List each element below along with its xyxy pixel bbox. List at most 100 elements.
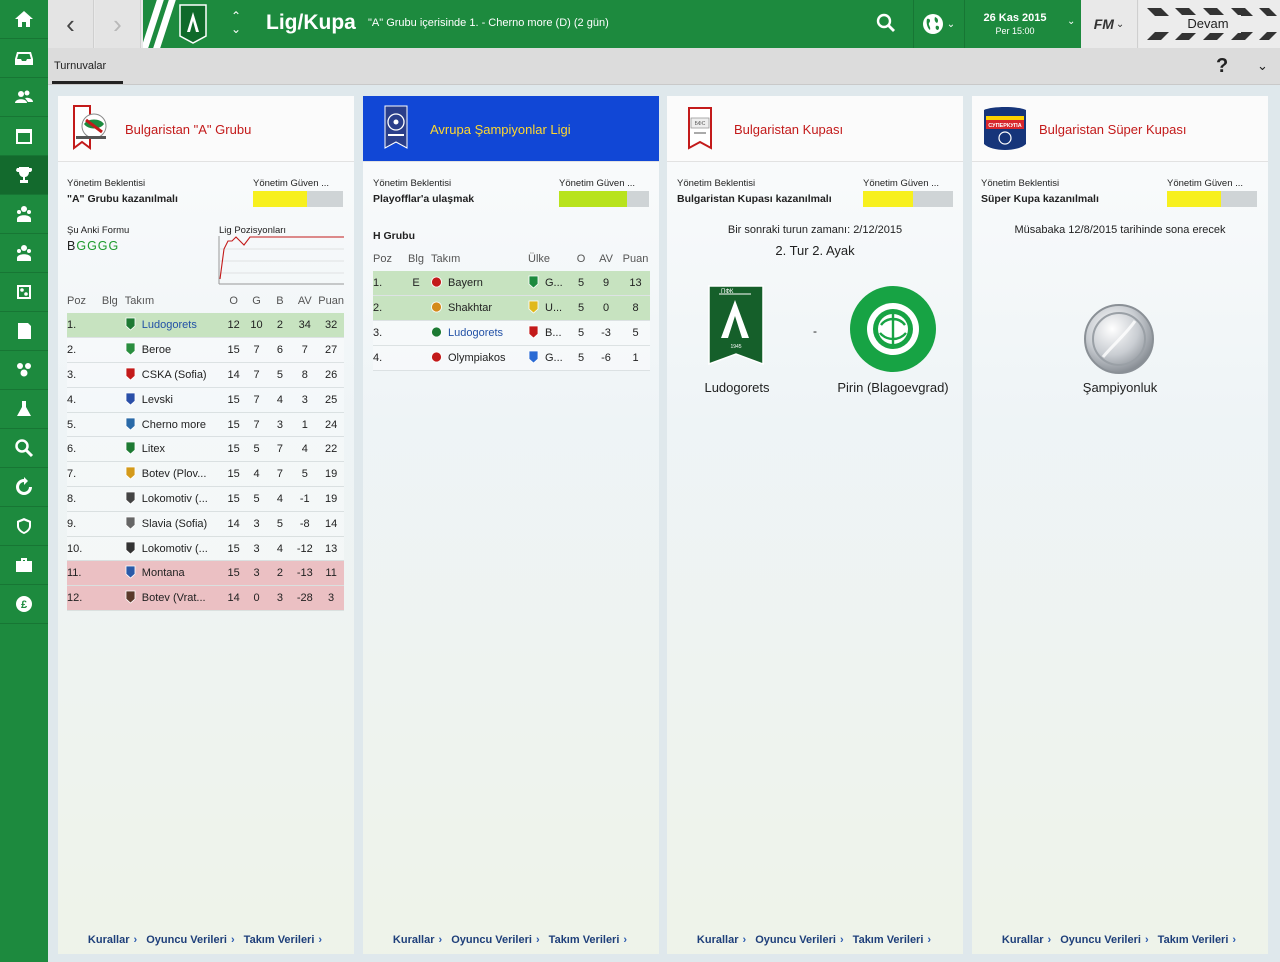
cell-team[interactable]: CSKA (Sofia): [125, 363, 223, 388]
next-match-info[interactable]: "A" Grubu içerisinde 1. - Cherno more (D…: [368, 17, 609, 29]
rules-link[interactable]: Kurallar: [697, 934, 739, 946]
table-row[interactable]: 11. Montana 15 3 2 -13 11: [67, 560, 344, 586]
cell-team[interactable]: Lokomotiv (...: [125, 487, 223, 512]
col-header-pts[interactable]: Puan: [318, 289, 344, 313]
team-stats-link[interactable]: Takım Verileri: [853, 934, 924, 946]
cell-country[interactable]: B...: [528, 321, 571, 346]
player-stats-link[interactable]: Oyuncu Verileri: [146, 934, 227, 946]
briefcase-icon[interactable]: [0, 546, 48, 585]
cell-team[interactable]: Olympiakos: [431, 345, 528, 370]
rules-link[interactable]: Kurallar: [1002, 934, 1044, 946]
cell-team[interactable]: Levski: [125, 387, 223, 412]
home-icon[interactable]: [0, 0, 48, 39]
youth-icon[interactable]: [0, 234, 48, 273]
cell-country[interactable]: G...: [528, 271, 571, 296]
panel-title[interactable]: Bulgaristan Süper Kupası: [1039, 122, 1186, 137]
table-row[interactable]: 3. CSKA (Sofia) 14 7 5 8 26: [67, 362, 344, 388]
table-row[interactable]: 7. Botev (Plov... 15 4 7 5 19: [67, 461, 344, 487]
medical-icon[interactable]: [0, 390, 48, 429]
reports-icon[interactable]: [0, 312, 48, 351]
cell-team[interactable]: Slavia (Sofia): [125, 511, 223, 536]
panel-title[interactable]: Bulgaristan Kupası: [734, 122, 843, 137]
table-row[interactable]: 2. Shakhtar U... 5 0 8: [373, 295, 650, 321]
panel-header[interactable]: Bulgaristan "A" Grubu: [58, 96, 354, 162]
cell-team[interactable]: Botev (Plov...: [125, 462, 223, 487]
training-icon[interactable]: [0, 351, 48, 390]
team-stats-link[interactable]: Takım Verileri: [244, 934, 315, 946]
col-header-won[interactable]: G: [245, 289, 269, 313]
cell-team[interactable]: Lokomotiv (...: [125, 536, 223, 561]
col-header-played[interactable]: O: [571, 247, 591, 271]
table-row[interactable]: 3. Ludogorets B... 5 -3 5: [373, 320, 650, 346]
trophy-medal-icon[interactable]: [1083, 303, 1155, 375]
cell-team[interactable]: Beroe: [125, 338, 223, 363]
col-header-info[interactable]: Blg: [95, 289, 125, 313]
search-icon[interactable]: [876, 13, 896, 33]
player-stats-link[interactable]: Oyuncu Verileri: [451, 934, 532, 946]
club-badge-icon[interactable]: [179, 4, 207, 44]
cell-team[interactable]: Ludogorets: [431, 321, 528, 346]
col-header-played[interactable]: O: [223, 289, 245, 313]
help-icon[interactable]: ?: [1216, 55, 1228, 78]
player-stats-link[interactable]: Oyuncu Verileri: [1060, 934, 1141, 946]
tactics-icon[interactable]: [0, 273, 48, 312]
table-row[interactable]: 9. Slavia (Sofia) 14 3 5 -8 14: [67, 511, 344, 537]
table-row[interactable]: 10. Lokomotiv (... 15 3 4 -12 13: [67, 536, 344, 561]
back-button[interactable]: ‹: [48, 0, 94, 48]
table-row[interactable]: 4. Olympiakos G... 5 -6 1: [373, 345, 650, 371]
table-row[interactable]: 2. Beroe 15 7 6 7 27: [67, 337, 344, 363]
tab-tournaments[interactable]: Turnuvalar: [54, 60, 106, 72]
date-display[interactable]: 26 Kas 2015 Per 15:00 ⌄: [964, 0, 1081, 48]
ludogorets-crest-icon[interactable]: ПФК 1945: [707, 284, 765, 374]
continue-button[interactable]: Devam: [1139, 0, 1280, 48]
table-row[interactable]: 5. Cherno more 15 7 3 1 24: [67, 412, 344, 437]
team-stats-link[interactable]: Takım Verileri: [549, 934, 620, 946]
col-header-info[interactable]: Blg: [401, 247, 431, 271]
panel-header[interactable]: Avrupa Şampiyonlar Ligi: [363, 96, 659, 162]
swap-club-icon[interactable]: ⌃ ⌄: [229, 10, 243, 36]
table-row[interactable]: 1. Ludogorets 12 10 2 34 32: [67, 313, 344, 338]
table-row[interactable]: 6. Litex 15 5 7 4 22: [67, 436, 344, 462]
col-header-pos[interactable]: Poz: [67, 289, 95, 313]
cell-country[interactable]: U...: [528, 296, 571, 321]
table-row[interactable]: 1. E Bayern G... 5 9 13: [373, 271, 650, 296]
squad-icon[interactable]: [0, 78, 48, 117]
rules-link[interactable]: Kurallar: [88, 934, 130, 946]
finances-icon[interactable]: £: [0, 585, 48, 624]
team-stats-link[interactable]: Takım Verileri: [1158, 934, 1229, 946]
panel-header[interactable]: СУПЕРКУПА Bulgaristan Süper Kupası: [972, 96, 1268, 162]
panel-title[interactable]: Avrupa Şampiyonlar Ligi: [430, 122, 571, 137]
col-header-country[interactable]: Ülke: [528, 247, 571, 271]
home-team-name[interactable]: Ludogorets: [691, 380, 783, 395]
cell-team[interactable]: Litex: [125, 437, 223, 462]
table-row[interactable]: 12. Botev (Vrat... 14 0 3 -28 3: [67, 585, 344, 611]
cell-team[interactable]: Ludogorets: [125, 313, 223, 338]
table-row[interactable]: 8. Lokomotiv (... 15 5 4 -1 19: [67, 486, 344, 512]
rules-link[interactable]: Kurallar: [393, 934, 435, 946]
panel-header[interactable]: БФС Bulgaristan Kupası: [667, 96, 963, 162]
pirin-crest-icon[interactable]: [849, 285, 937, 373]
cell-team[interactable]: Bayern: [431, 271, 528, 296]
staff-icon[interactable]: [0, 195, 48, 234]
col-header-pts[interactable]: Puan: [621, 247, 650, 271]
club-icon[interactable]: [0, 507, 48, 546]
col-header-team[interactable]: Takım: [125, 289, 223, 313]
calendar-icon[interactable]: [0, 117, 48, 156]
chevron-down-icon[interactable]: ⌄: [1257, 58, 1268, 74]
scouting-icon[interactable]: [0, 429, 48, 468]
away-team-name[interactable]: Pirin (Blagoevgrad): [827, 380, 959, 395]
cell-team[interactable]: Montana: [125, 561, 223, 586]
cell-team[interactable]: Shakhtar: [431, 296, 528, 321]
col-header-pos[interactable]: Poz: [373, 247, 401, 271]
trophy-icon[interactable]: [0, 156, 48, 195]
cell-team[interactable]: Cherno more: [125, 412, 223, 437]
col-header-drawn[interactable]: B: [268, 289, 291, 313]
col-header-gd[interactable]: AV: [291, 289, 318, 313]
cell-team[interactable]: Botev (Vrat...: [125, 586, 223, 611]
transfers-icon[interactable]: [0, 468, 48, 507]
table-row[interactable]: 4. Levski 15 7 4 3 25: [67, 387, 344, 413]
panel-title[interactable]: Bulgaristan "A" Grubu: [125, 122, 251, 137]
col-header-team[interactable]: Takım: [431, 247, 528, 271]
forward-button[interactable]: ›: [95, 0, 141, 48]
fm-menu-button[interactable]: FM ⌄: [1081, 0, 1138, 48]
